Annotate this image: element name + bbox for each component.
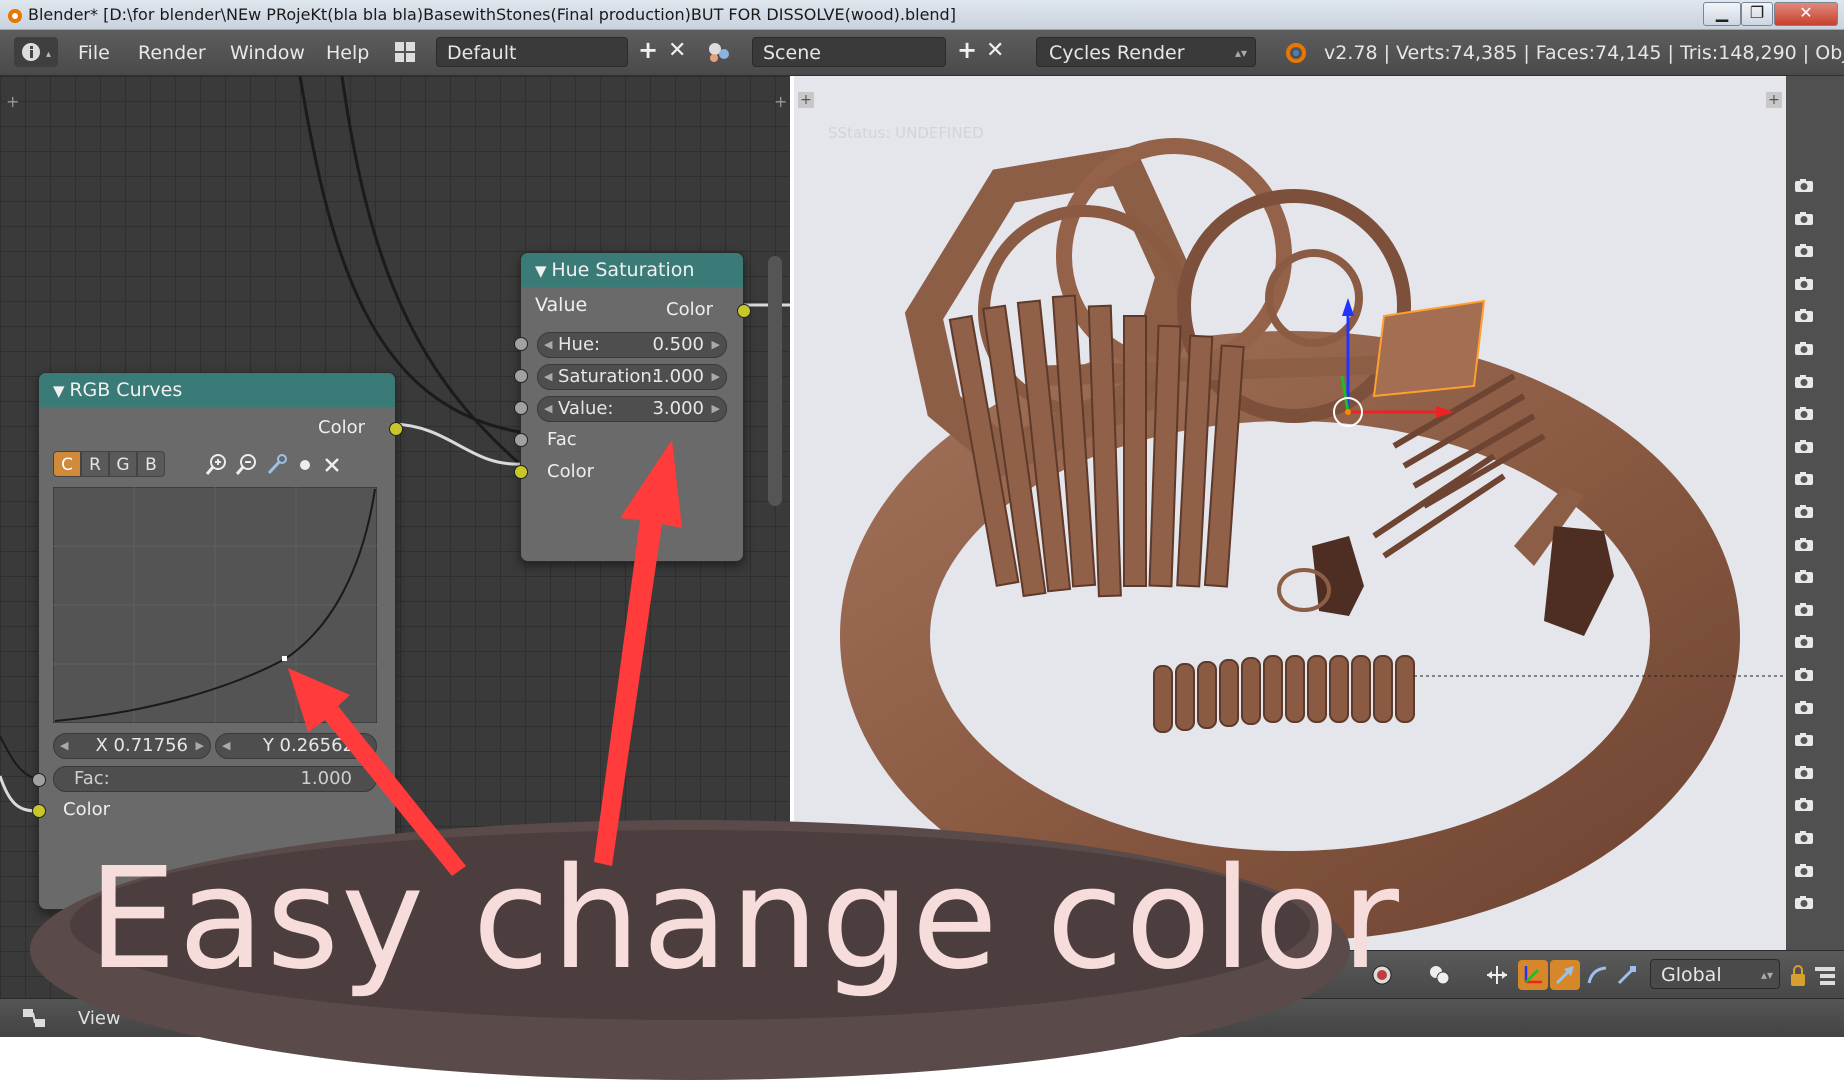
- caption-text: Easy change color: [88, 838, 1402, 1001]
- arrow-to-hsv-node: [594, 440, 682, 866]
